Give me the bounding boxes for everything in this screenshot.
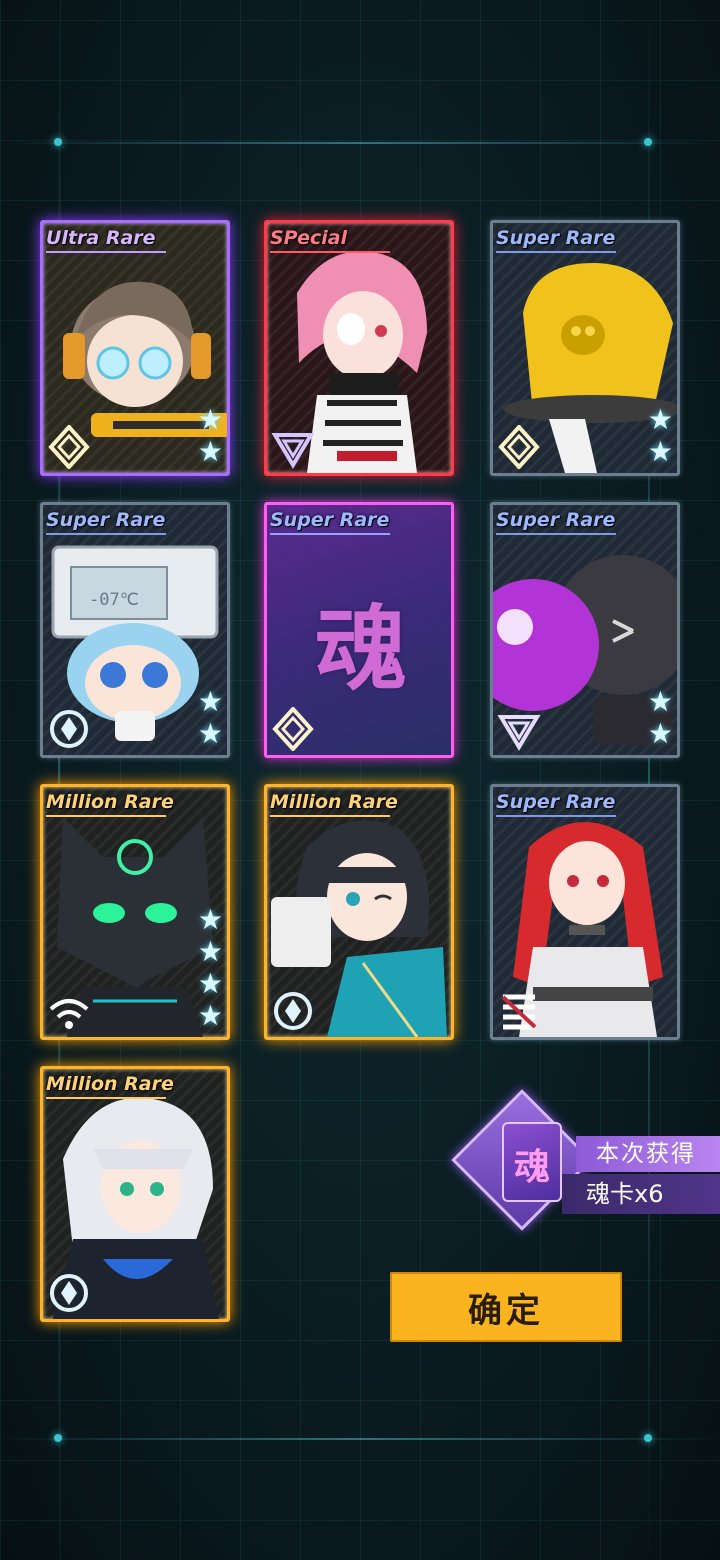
rarity-underline (270, 251, 390, 253)
character-card[interactable]: Ultra Rare ★ ★ (40, 220, 230, 476)
rarity-label: Million Rare (270, 791, 398, 813)
grid-node (644, 138, 652, 146)
target-emblem-icon (50, 1274, 88, 1312)
diamond-emblem-icon (48, 425, 90, 469)
triangle-emblem-icon (497, 715, 541, 751)
star-rating: ★ ★ (198, 405, 223, 467)
soul-glyph: 魂 (513, 1147, 550, 1188)
star-icon: ★ (197, 967, 223, 1000)
rarity-underline (46, 251, 166, 253)
character-card[interactable]: Super Rare ★ ★ (490, 220, 680, 476)
rarity-underline (270, 533, 390, 535)
character-card[interactable]: Million Rare ★ ★ ★ ★ (40, 784, 230, 1040)
character-card[interactable]: SPecial (264, 220, 454, 476)
rarity-label: SPecial (270, 227, 348, 249)
star-icon: ★ (197, 935, 223, 968)
star-icon: ★ (647, 717, 673, 750)
grid-node (644, 1434, 652, 1442)
star-rating: ★ ★ (648, 405, 673, 467)
soul-card[interactable]: Super Rare 魂 (264, 502, 454, 758)
star-icon: ★ (197, 903, 223, 936)
rarity-label: Super Rare (496, 509, 616, 531)
diamond-emblem-icon (498, 425, 540, 469)
grid-node (54, 1434, 62, 1442)
grid-glow-line (0, 142, 720, 144)
target-emblem-icon (274, 992, 312, 1030)
reward-count: 魂卡x6 (562, 1174, 720, 1214)
star-rating: ★ ★ ★ ★ (198, 905, 223, 1031)
confirm-button[interactable]: 确定 (390, 1272, 622, 1342)
star-icon: ★ (647, 435, 673, 468)
soul-card-icon: 魂 (502, 1122, 562, 1202)
diamond-emblem-icon (272, 707, 314, 751)
character-card[interactable]: Super Rare (490, 784, 680, 1040)
rarity-label: Super Rare (496, 791, 616, 813)
star-icon: ★ (197, 403, 223, 436)
reward-title: 本次获得 (576, 1136, 720, 1172)
star-icon: ★ (197, 717, 223, 750)
rarity-underline (496, 533, 616, 535)
grid-glow-line (0, 1438, 720, 1440)
star-icon: ★ (197, 685, 223, 718)
stripes-emblem-icon (501, 994, 537, 1030)
device-temperature-readout: -07℃ (89, 590, 139, 610)
rarity-underline (270, 815, 390, 817)
soul-glyph: 魂 (314, 596, 407, 703)
rarity-underline (46, 1097, 166, 1099)
character-card[interactable]: Super Rare ★ ★ (490, 502, 680, 758)
rarity-underline (46, 815, 166, 817)
rarity-label: Ultra Rare (46, 227, 156, 249)
reward-banner: 魂 本次获得 魂卡x6 (451, 1089, 720, 1240)
rarity-underline (496, 815, 616, 817)
rarity-label: Super Rare (46, 509, 166, 531)
grid-node (54, 138, 62, 146)
signal-emblem-icon (49, 999, 89, 1029)
target-emblem-icon (50, 710, 88, 748)
rarity-label: Super Rare (496, 227, 616, 249)
rarity-label: Super Rare (270, 509, 390, 531)
star-rating: ★ ★ (648, 687, 673, 749)
rarity-label: Million Rare (46, 1073, 174, 1095)
triangle-emblem-icon (271, 433, 315, 469)
star-icon: ★ (647, 403, 673, 436)
rarity-underline (46, 533, 166, 535)
character-card[interactable]: Million Rare (40, 1066, 230, 1322)
character-card[interactable]: Million Rare (264, 784, 454, 1040)
star-icon: ★ (197, 999, 223, 1032)
star-rating: ★ ★ (198, 687, 223, 749)
star-icon: ★ (647, 685, 673, 718)
character-card[interactable]: -07℃ Super Rare ★ ★ (40, 502, 230, 758)
rarity-underline (496, 251, 616, 253)
star-icon: ★ (197, 435, 223, 468)
rarity-label: Million Rare (46, 791, 174, 813)
